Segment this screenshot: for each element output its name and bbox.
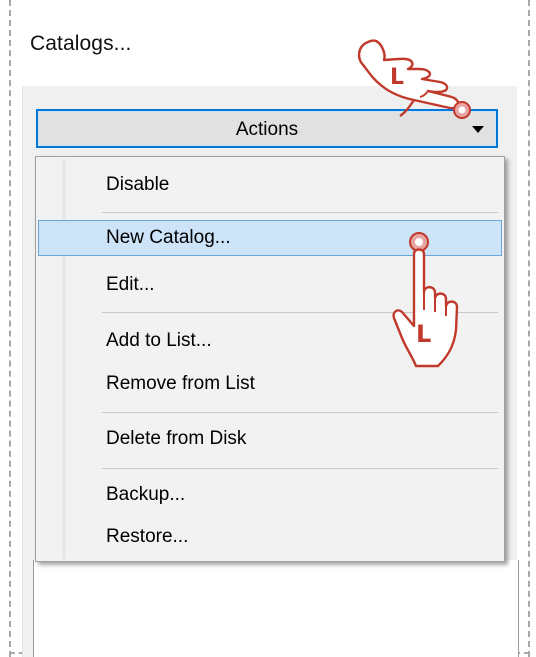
section-title: Catalogs... bbox=[30, 32, 132, 55]
hand-pointer-icon: L bbox=[392, 232, 459, 368]
menu-item-delete-from-disk[interactable]: Delete from Disk bbox=[38, 421, 502, 457]
catalog-list[interactable] bbox=[33, 560, 519, 657]
window-frame: Catalogs... Actions Disable New Catalog.… bbox=[0, 0, 536, 657]
menu-separator bbox=[102, 468, 498, 469]
menu-item-label: New Catalog... bbox=[106, 227, 231, 248]
menu-separator bbox=[102, 212, 498, 213]
menu-item-label: Disable bbox=[106, 174, 170, 195]
menu-item-label: Delete from Disk bbox=[106, 428, 247, 449]
hand-letter: L bbox=[416, 320, 431, 348]
menu-item-disable[interactable]: Disable bbox=[38, 167, 502, 203]
chevron-down-icon[interactable] bbox=[472, 126, 484, 133]
hand-letter: L bbox=[390, 65, 404, 90]
menu-item-label: Restore... bbox=[106, 526, 189, 547]
dashed-border-left bbox=[9, 0, 11, 657]
dashed-border-right bbox=[528, 0, 530, 657]
menu-item-backup[interactable]: Backup... bbox=[38, 477, 502, 513]
menu-item-label: Add to List... bbox=[106, 330, 212, 351]
menu-item-restore[interactable]: Restore... bbox=[38, 519, 502, 555]
menu-separator bbox=[102, 412, 498, 413]
menu-item-label: Edit... bbox=[106, 274, 155, 295]
menu-item-label: Remove from List bbox=[106, 373, 255, 394]
hand-pointer-icon: L bbox=[357, 39, 471, 119]
menu-item-label: Backup... bbox=[106, 484, 186, 505]
